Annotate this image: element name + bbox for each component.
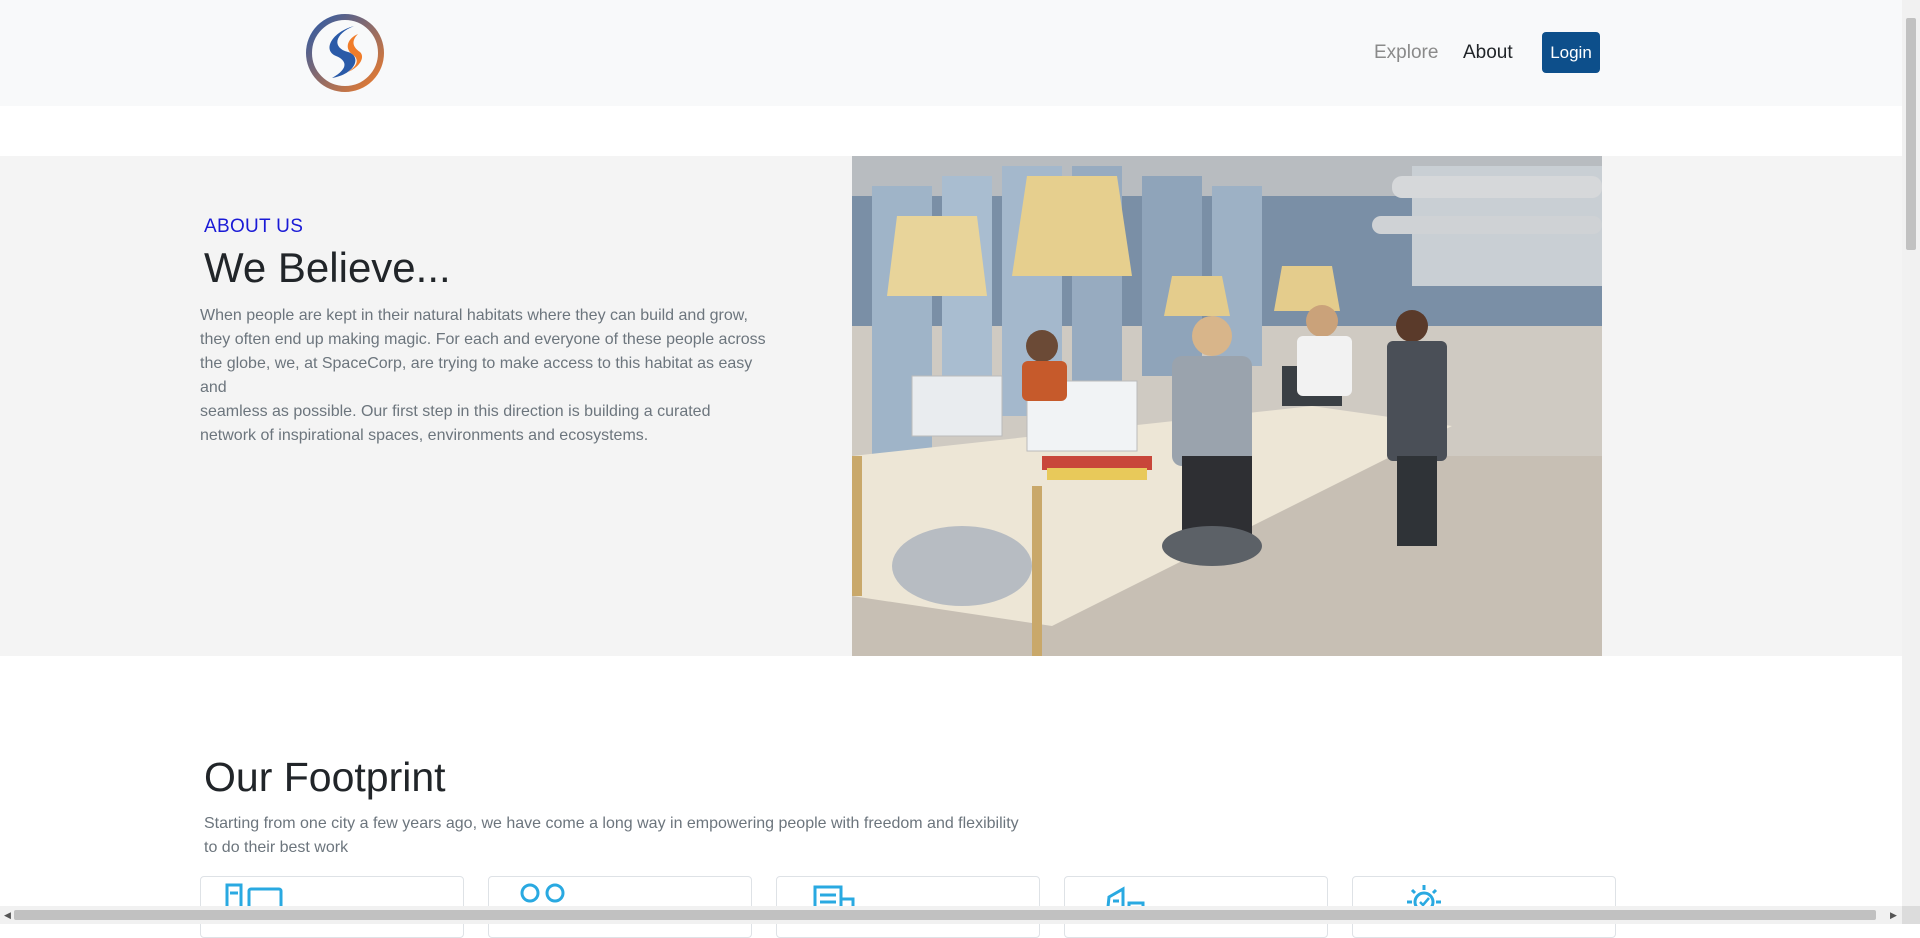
scroll-right-arrow-icon[interactable]: ▶ [1890,906,1897,924]
about-line: the globe, we, at SpaceCorp, are trying … [200,355,753,396]
about-line: they often end up making magic. For each… [200,331,766,348]
office-coworking-photo [852,156,1602,656]
nav-explore-link[interactable]: Explore [1374,40,1438,66]
footprint-line: Starting from one city a few years ago, … [204,815,1019,832]
spacecorp-logo[interactable] [304,12,386,94]
vertical-scroll-thumb[interactable] [1906,18,1916,250]
nav-about-link[interactable]: About [1463,40,1513,66]
footprint-description: Starting from one city a few years ago, … [204,812,1044,860]
navbar: Explore About Login [0,0,1902,106]
about-paragraph: When people are kept in their natural ha… [200,304,780,448]
about-line: network of inspirational spaces, environ… [200,427,649,444]
about-line: When people are kept in their natural ha… [200,307,748,324]
login-button[interactable]: Login [1542,32,1600,73]
about-kicker: ABOUT US [204,216,304,237]
footprint-line: to do their best work [204,839,349,856]
vertical-scrollbar[interactable] [1902,0,1920,906]
scrollbar-corner [1902,906,1920,924]
about-line: seamless as possible. Our first step in … [200,403,711,420]
about-section: ABOUT US We Believe... When people are k… [0,156,1902,656]
about-title: We Believe... [204,244,451,291]
horizontal-scroll-thumb[interactable] [14,910,1876,920]
horizontal-scrollbar[interactable]: ◀ ▶ [0,906,1902,924]
footprint-title: Our Footprint [204,754,446,800]
scroll-left-arrow-icon[interactable]: ◀ [4,906,11,924]
